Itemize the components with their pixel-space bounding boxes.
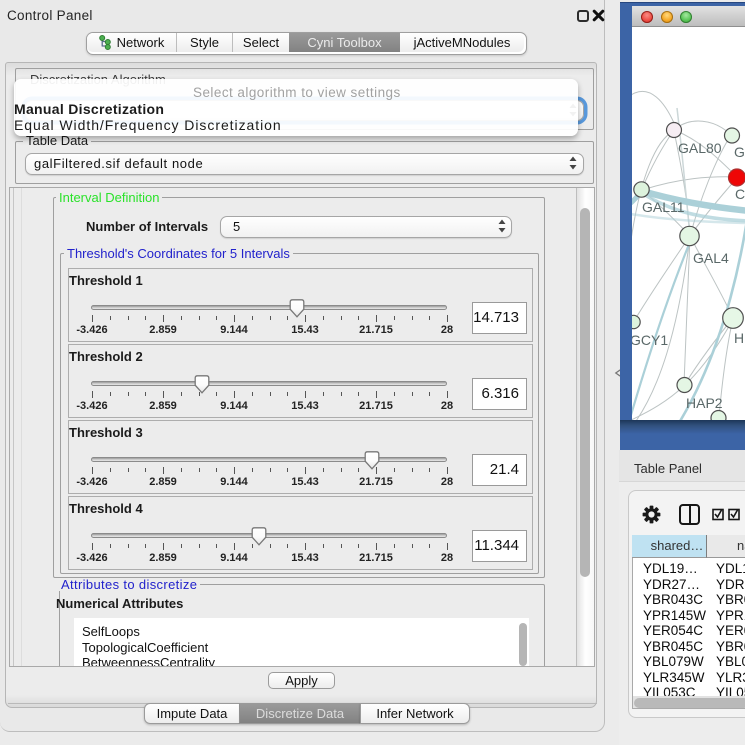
svg-text:GAL4: GAL4 [693, 250, 729, 266]
svg-text:C: C [735, 186, 745, 202]
svg-text:GCY1: GCY1 [632, 332, 668, 348]
svg-text:GAL80: GAL80 [678, 140, 722, 156]
svg-text:HAP2: HAP2 [686, 395, 723, 411]
svg-text:GAL11: GAL11 [642, 199, 685, 215]
svg-text:GA: GA [734, 144, 745, 160]
svg-text:H: H [734, 330, 744, 346]
